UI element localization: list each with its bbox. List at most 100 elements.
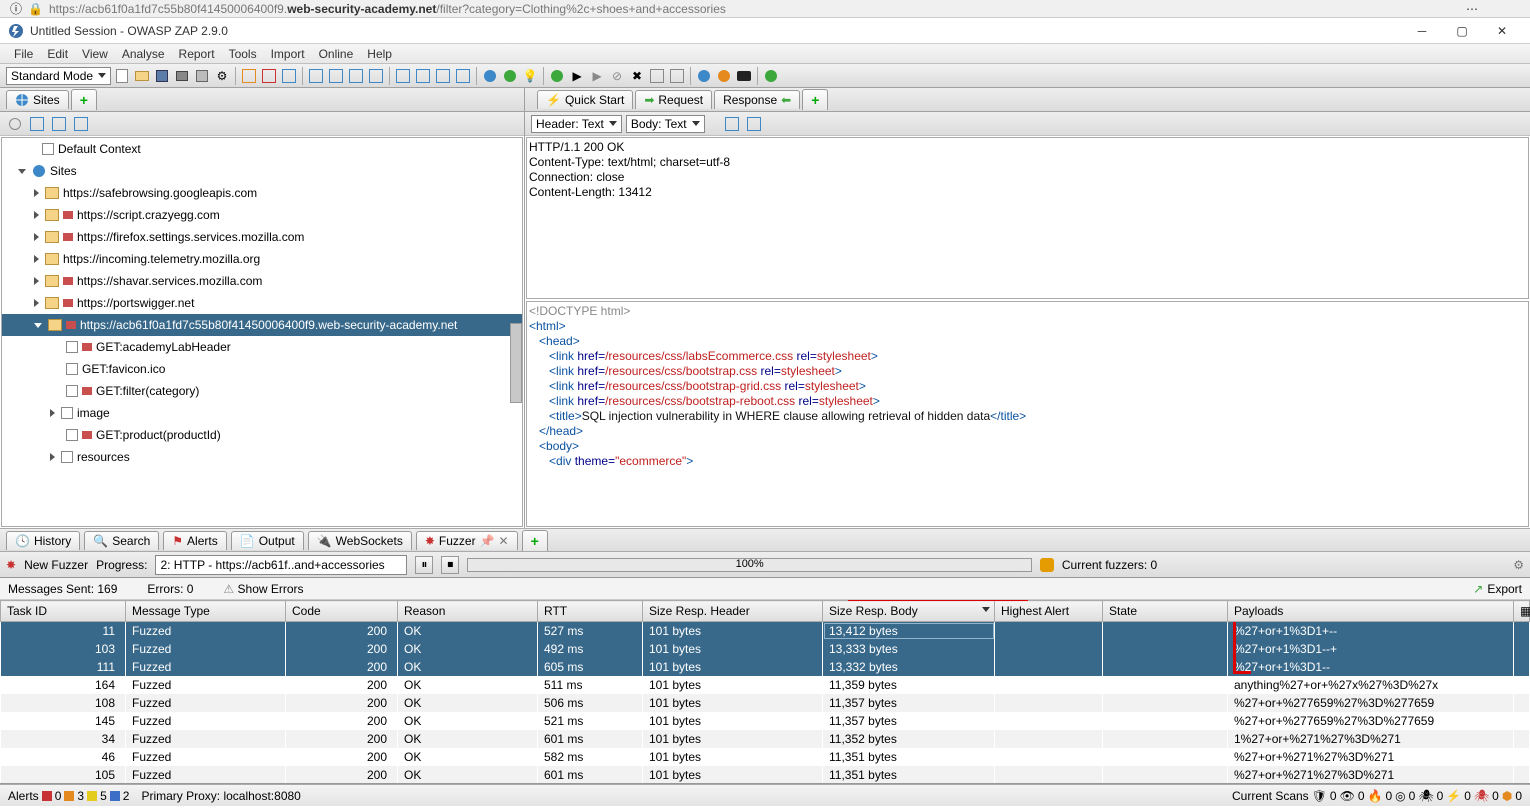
table-row[interactable]: 108Fuzzed200OK506 ms101 bytes11,357 byte… (1, 694, 1530, 712)
clear-icon[interactable] (668, 67, 686, 85)
request-node[interactable]: GET:filter(category) (2, 380, 522, 402)
col-size-body[interactable]: Size Resp. Body (823, 601, 995, 622)
websockets-tab[interactable]: 🔌WebSockets (308, 531, 412, 550)
table-row[interactable]: 111Fuzzed200OK605 ms101 bytes13,332 byte… (1, 658, 1530, 676)
pause-button[interactable]: ⏸ (415, 556, 433, 574)
layout-2-icon[interactable] (327, 67, 345, 85)
add-tab-button[interactable]: + (802, 89, 828, 110)
forced-browse-icon[interactable] (762, 67, 780, 85)
browser-ie-icon[interactable] (695, 67, 713, 85)
gear-icon[interactable]: ⚙ (1513, 558, 1524, 572)
split-horizontal-icon[interactable] (723, 115, 741, 133)
browser-url[interactable]: https://acb61f0a1fd7c55b80f41450006400f9… (49, 2, 1460, 16)
response-header-view[interactable]: HTTP/1.1 200 OK Content-Type: text/html;… (526, 137, 1529, 299)
sites-root-node[interactable]: Sites (2, 160, 522, 182)
col-config[interactable]: ▦ (1514, 601, 1530, 622)
table-row[interactable]: 105Fuzzed200OK601 ms101 bytes11,351 byte… (1, 766, 1530, 784)
layout-1-icon[interactable] (307, 67, 325, 85)
toggle-icon[interactable] (34, 233, 39, 241)
toggle-icon[interactable] (34, 277, 39, 285)
layout-4-icon[interactable] (367, 67, 385, 85)
show-errors-link[interactable]: ⚠ Show Errors (223, 582, 303, 596)
tree-view-1-icon[interactable] (28, 115, 46, 133)
show-all-tabs-icon[interactable] (280, 67, 298, 85)
site-node[interactable]: https://shavar.services.mozilla.com (2, 270, 522, 292)
close-tab-icon[interactable]: ✕ (499, 534, 509, 548)
history-tab[interactable]: 🕓History (6, 531, 80, 550)
add-break-icon[interactable]: ✖ (628, 67, 646, 85)
reset-layout-icon[interactable] (454, 67, 472, 85)
tree-view-2-icon[interactable] (50, 115, 68, 133)
site-node[interactable]: https://firefox.settings.services.mozill… (2, 226, 522, 248)
col-rtt[interactable]: RTT (538, 601, 643, 622)
toggle-icon[interactable] (18, 169, 26, 174)
site-node[interactable]: https://safebrowsing.googleapis.com (2, 182, 522, 204)
expand-sites-icon[interactable] (394, 67, 412, 85)
col-size-header[interactable]: Size Resp. Header (643, 601, 823, 622)
table-row[interactable]: 11Fuzzed200OK527 ms101 bytes13,412 bytes… (1, 622, 1530, 641)
tree-view-3-icon[interactable] (72, 115, 90, 133)
menu-edit[interactable]: Edit (41, 45, 74, 63)
expand-info-icon[interactable] (414, 67, 432, 85)
toggle-icon[interactable] (34, 299, 39, 307)
output-tab[interactable]: 📄Output (231, 531, 304, 550)
manage-break-icon[interactable] (648, 67, 666, 85)
table-row[interactable]: 164Fuzzed200OK511 ms101 bytes11,359 byte… (1, 676, 1530, 694)
col-state[interactable]: State (1103, 601, 1228, 622)
pin-button[interactable] (1040, 558, 1054, 572)
menu-analyse[interactable]: Analyse (116, 45, 171, 63)
add-tab-button[interactable]: + (71, 89, 97, 110)
browser-menu-icon[interactable]: ⋯ (1466, 2, 1480, 16)
toggle-icon[interactable] (34, 211, 39, 219)
new-fuzzer-link[interactable]: New Fuzzer (24, 558, 88, 572)
menu-online[interactable]: Online (313, 45, 360, 63)
site-node-selected[interactable]: https://acb61f0a1fd7c55b80f41450006400f9… (2, 314, 522, 336)
split-vertical-icon[interactable] (745, 115, 763, 133)
globe-green-icon[interactable] (501, 67, 519, 85)
menu-help[interactable]: Help (361, 45, 398, 63)
alerts-summary[interactable]: Alerts 0 3 5 2 (8, 789, 129, 803)
menu-tools[interactable]: Tools (223, 45, 263, 63)
col-payloads[interactable]: Payloads (1228, 601, 1514, 622)
toggle-icon[interactable] (50, 409, 55, 417)
mode-combo[interactable]: Standard Mode (6, 67, 111, 85)
session-properties-icon[interactable] (193, 67, 211, 85)
request-tab[interactable]: ➡Request (635, 90, 712, 109)
record-icon[interactable] (548, 67, 566, 85)
fuzzer-tab[interactable]: ✸Fuzzer📌✕ (416, 531, 518, 550)
menu-report[interactable]: Report (173, 45, 221, 63)
toggle-icon[interactable] (34, 323, 42, 328)
col-task-id[interactable]: Task ID (1, 601, 126, 622)
sites-tab[interactable]: Sites (6, 90, 69, 109)
step-icon[interactable]: ▶ (568, 67, 586, 85)
table-row[interactable]: 34Fuzzed200OK601 ms101 bytes11,352 bytes… (1, 730, 1530, 748)
open-session-icon[interactable] (133, 67, 151, 85)
save-session-icon[interactable] (153, 67, 171, 85)
toggle-tab-icon[interactable] (240, 67, 258, 85)
quickstart-tab[interactable]: ⚡Quick Start (537, 90, 633, 109)
alerts-tab[interactable]: ⚑Alerts (163, 531, 226, 550)
col-reason[interactable]: Reason (398, 601, 538, 622)
toggle-icon[interactable] (50, 453, 55, 461)
toggle-icon[interactable] (34, 255, 39, 263)
menu-file[interactable]: File (8, 45, 39, 63)
request-node[interactable]: GET:academyLabHeader (2, 336, 522, 358)
pin-icon[interactable]: 📌 (480, 534, 495, 548)
add-tab-button[interactable]: + (522, 530, 548, 551)
stop-button[interactable]: ⏹ (441, 556, 459, 574)
folder-node[interactable]: resources (2, 446, 522, 468)
table-row[interactable]: 103Fuzzed200OK492 ms101 bytes13,333 byte… (1, 640, 1530, 658)
body-view-combo[interactable]: Body: Text (626, 115, 705, 133)
show-tab-icon[interactable] (260, 67, 278, 85)
close-button[interactable]: ✕ (1482, 19, 1522, 43)
globe-blue-icon[interactable] (481, 67, 499, 85)
col-code[interactable]: Code (286, 601, 398, 622)
table-row[interactable]: 145Fuzzed200OK521 ms101 bytes11,357 byte… (1, 712, 1530, 730)
bulb-icon[interactable]: 💡 (521, 67, 539, 85)
site-node[interactable]: https://incoming.telemetry.mozilla.org (2, 248, 522, 270)
tree-collapse-icon[interactable] (6, 115, 24, 133)
export-button[interactable]: ↗Export (1473, 582, 1522, 596)
layout-3-icon[interactable] (347, 67, 365, 85)
request-node[interactable]: GET:product(productId) (2, 424, 522, 446)
toggle-icon[interactable] (34, 189, 39, 197)
